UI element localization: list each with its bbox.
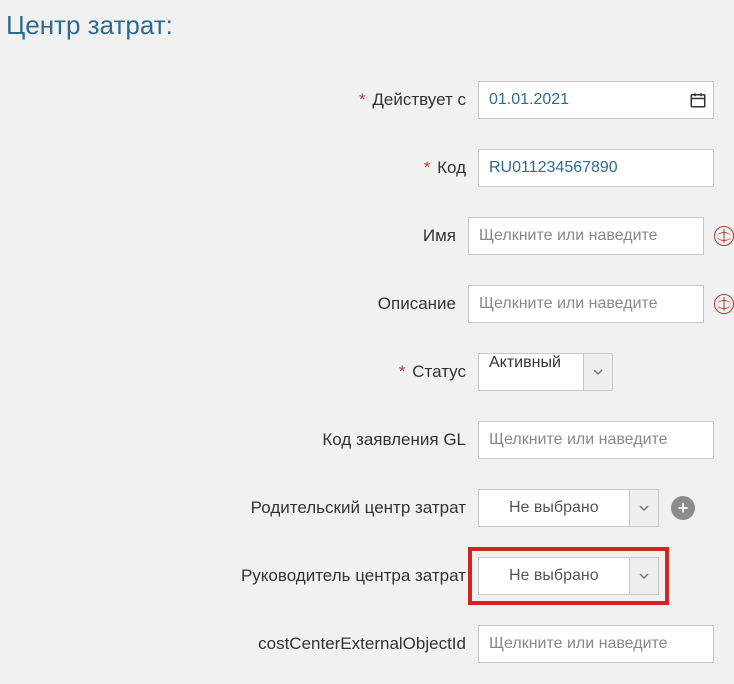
globe-icon[interactable]: [714, 294, 734, 314]
row-status: * Статус Активный: [6, 351, 734, 392]
add-parent-cc-button[interactable]: +: [671, 496, 695, 520]
row-description: Описание: [6, 283, 734, 324]
label-ext-obj-id: costCenterExternalObjectId: [6, 634, 478, 654]
valid-from-input[interactable]: [478, 81, 714, 119]
label-cc-manager: Руководитель центра затрат: [6, 566, 478, 586]
label-parent-cc: Родительский центр затрат: [6, 498, 478, 518]
row-name: Имя: [6, 215, 734, 256]
cc-manager-highlight: [468, 547, 669, 605]
row-cc-manager: Руководитель центра затрат: [6, 555, 734, 596]
calendar-icon[interactable]: [688, 90, 708, 110]
status-value: Активный: [478, 353, 583, 391]
label-valid-from: * Действует с: [6, 90, 478, 110]
page-title: Центр затрат:: [6, 10, 734, 41]
label-status: * Статус: [6, 362, 478, 382]
plus-icon: +: [678, 499, 689, 517]
row-valid-from: * Действует с: [6, 79, 734, 120]
label-description: Описание: [6, 294, 468, 314]
row-gl-code: Код заявления GL: [6, 419, 734, 460]
row-ext-obj-id: costCenterExternalObjectId: [6, 623, 734, 664]
cc-manager-input[interactable]: [478, 557, 629, 595]
name-input[interactable]: [468, 217, 704, 255]
parent-cc-lookup[interactable]: [478, 489, 659, 527]
ext-obj-id-input[interactable]: [478, 625, 714, 663]
chevron-down-icon[interactable]: [629, 489, 659, 527]
label-name: Имя: [6, 226, 468, 246]
gl-code-input[interactable]: [478, 421, 714, 459]
cost-center-form: * Действует с * Код Имя Описание: [6, 79, 734, 664]
status-select[interactable]: Активный: [478, 353, 613, 391]
row-code: * Код: [6, 147, 734, 188]
chevron-down-icon[interactable]: [629, 557, 659, 595]
parent-cc-input[interactable]: [478, 489, 629, 527]
chevron-down-icon[interactable]: [583, 353, 613, 391]
cc-manager-lookup[interactable]: [478, 557, 659, 595]
globe-icon[interactable]: [714, 226, 734, 246]
description-input[interactable]: [468, 285, 704, 323]
label-code: * Код: [6, 158, 478, 178]
row-parent-cc: Родительский центр затрат +: [6, 487, 734, 528]
code-input[interactable]: [478, 149, 714, 187]
label-gl-code: Код заявления GL: [6, 430, 478, 450]
